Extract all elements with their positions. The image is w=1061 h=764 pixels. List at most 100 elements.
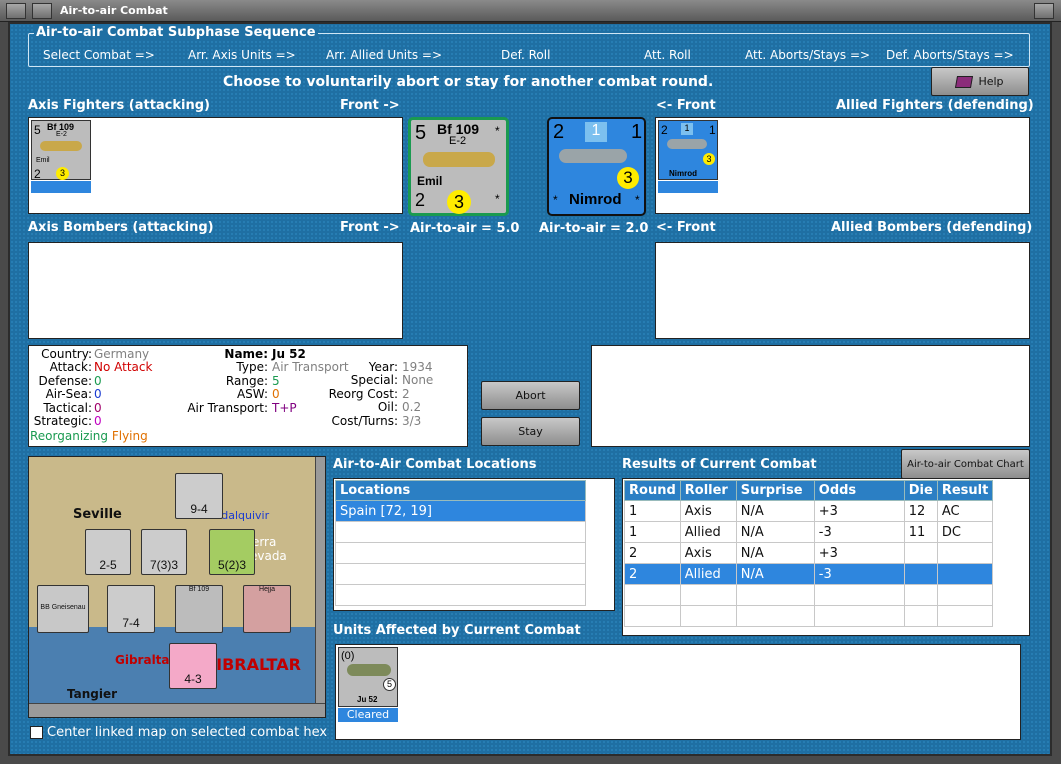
- result-cell: [624, 605, 681, 627]
- map-unit-hejja-name: Hejja: [259, 586, 275, 593]
- map-unit-4-value: 5(2)3: [217, 558, 246, 572]
- axis-front-counter[interactable]: 5 Bf 109 E-2 * Emil 2 3 *: [408, 117, 509, 216]
- result-cell: [813, 584, 905, 606]
- axis-bombers-box[interactable]: [28, 242, 403, 339]
- map-unit-6[interactable]: 4-3: [169, 643, 217, 689]
- special-key: Special:: [350, 373, 398, 388]
- big-allied-name: Nimrod: [569, 191, 622, 208]
- seq-step-def-roll: Def. Roll: [501, 48, 551, 62]
- affected-units-box[interactable]: (0) 5 Ju 52 Cleared: [335, 644, 1021, 740]
- map-unit-2-value: 2-5: [99, 558, 117, 572]
- close-button[interactable]: [1034, 3, 1054, 19]
- combat-chart-button[interactable]: Air-to-air Combat Chart: [901, 449, 1030, 479]
- ju52-counter[interactable]: (0) 5 Ju 52: [338, 647, 398, 707]
- map-label-gibraltar: GIBRALTAR: [203, 655, 301, 674]
- axis-fighters-box[interactable]: 5 Bf 109 E-2 Emil 2 3: [28, 117, 403, 214]
- allied-fighters-box[interactable]: 2 1 1 3 Nimrod: [655, 117, 1030, 214]
- result-cell: [624, 584, 681, 606]
- stay-button[interactable]: Stay: [481, 417, 580, 446]
- allied-fighters-label: Allied Fighters (defending): [836, 98, 1034, 113]
- allied-counter-mid: 1: [681, 123, 693, 135]
- map-unit-1[interactable]: 9-4: [175, 473, 223, 519]
- big-counter-range: 3: [447, 190, 471, 214]
- result-row[interactable]: [624, 605, 994, 627]
- result-cell: 1: [624, 500, 681, 522]
- prompt-text: Choose to voluntarily abort or stay for …: [223, 74, 714, 90]
- affected-title: Units Affected by Current Combat: [333, 623, 581, 638]
- allied-bombers-box[interactable]: [655, 242, 1030, 339]
- result-cell: Allied: [679, 521, 737, 543]
- window-title: Air-to-air Combat: [60, 4, 168, 17]
- counter-model: E-2: [56, 131, 67, 138]
- result-cell: +3: [813, 500, 905, 522]
- result-cell: N/A: [735, 542, 815, 564]
- map-unit-4[interactable]: 5(2)3: [209, 529, 255, 575]
- map-unit-5[interactable]: 7-4: [107, 585, 155, 633]
- ju52-status: Cleared: [338, 708, 398, 722]
- result-cell: -3: [813, 521, 905, 543]
- big-counter-defense: 2: [415, 190, 426, 210]
- ju52-name: Ju 52: [357, 695, 378, 704]
- plane-icon: [40, 141, 82, 151]
- name-value: Ju 52: [272, 347, 306, 361]
- result-cell: -3: [813, 563, 905, 585]
- big-counter-pilot: Emil: [417, 174, 443, 188]
- location-row[interactable]: Spain [72, 19]: [335, 500, 586, 522]
- counter-defense: 2: [34, 167, 41, 181]
- map-unit-2[interactable]: 2-5: [85, 529, 131, 575]
- result-cell: [903, 542, 938, 564]
- map-unit-hejja[interactable]: Hejja: [243, 585, 291, 633]
- result-cell: Axis: [679, 500, 737, 522]
- defense-value: 0: [94, 373, 102, 388]
- allied-counter-range: 3: [703, 153, 715, 165]
- minimize-button[interactable]: [32, 3, 52, 19]
- result-row[interactable]: 1 Axis N/A +3 12 AC: [624, 500, 994, 522]
- locations-title: Air-to-Air Combat Locations: [333, 457, 537, 472]
- locations-list[interactable]: Locations Spain [72, 19]: [333, 478, 615, 611]
- big-counter-star2: *: [495, 192, 500, 206]
- allied-bombers-label: Allied Bombers (defending): [831, 220, 1033, 235]
- axis-fighter-counter[interactable]: 5 Bf 109 E-2 Emil 2 3: [31, 120, 91, 181]
- abort-button[interactable]: Abort: [481, 381, 580, 410]
- result-cell: Axis: [679, 542, 737, 564]
- map-label-seville: Seville: [73, 507, 122, 522]
- result-row[interactable]: [624, 584, 994, 606]
- result-cell: [679, 584, 737, 606]
- axis-air-to-air-value: Air-to-air = 5.0: [410, 221, 520, 236]
- big-allied-star: *: [553, 193, 558, 207]
- oil-key: Oil:: [377, 400, 398, 415]
- nimrod-plane-icon: [559, 149, 627, 163]
- seq-step-att-roll: Att. Roll: [644, 48, 691, 62]
- result-cell: [735, 605, 815, 627]
- selected-bar: [658, 181, 718, 193]
- result-row[interactable]: 2 Axis N/A +3: [624, 542, 994, 564]
- map-vertical-scrollbar[interactable]: [315, 457, 325, 703]
- map-horizontal-scrollbar[interactable]: [29, 703, 325, 717]
- status-flying: Flying: [111, 429, 148, 443]
- result-cell: [936, 542, 994, 564]
- help-button[interactable]: Help: [931, 67, 1029, 96]
- center-map-label: Center linked map on selected combat hex: [47, 725, 328, 740]
- result-cell: [936, 584, 994, 606]
- allied-air-to-air-value: Air-to-air = 2.0: [539, 221, 649, 236]
- counter-range: 3: [56, 167, 69, 180]
- result-cell: N/A: [735, 500, 815, 522]
- col-round: Round: [624, 480, 681, 501]
- system-menu-button[interactable]: [6, 3, 26, 19]
- linked-map[interactable]: Seville Gibraltar GIBRALTAR Tangier Guad…: [28, 456, 326, 718]
- result-row[interactable]: 2 Allied N/A -3: [624, 563, 994, 585]
- map-unit-bb[interactable]: BB Gneisenau: [37, 585, 89, 633]
- result-cell: [936, 563, 994, 585]
- counter-attack: 5: [34, 123, 41, 137]
- year-value: 1934: [402, 360, 433, 374]
- center-map-checkbox[interactable]: [30, 726, 43, 739]
- allied-front-counter[interactable]: 2 1 1 3 * Nimrod *: [547, 117, 646, 216]
- map-unit-1-value: 9-4: [190, 502, 208, 516]
- result-row[interactable]: 1 Allied N/A -3 11 DC: [624, 521, 994, 543]
- strategic-key: Strategic:: [33, 414, 92, 429]
- unit-info-keys-mid: Name: Type: Range: ASW: Air Transport:: [150, 347, 268, 415]
- map-unit-bf109[interactable]: Bf 109: [175, 585, 223, 633]
- allied-bombers-front: <- Front: [656, 220, 716, 235]
- allied-fighter-counter[interactable]: 2 1 1 3 Nimrod: [658, 120, 718, 180]
- map-unit-3[interactable]: 7(3)3: [141, 529, 187, 575]
